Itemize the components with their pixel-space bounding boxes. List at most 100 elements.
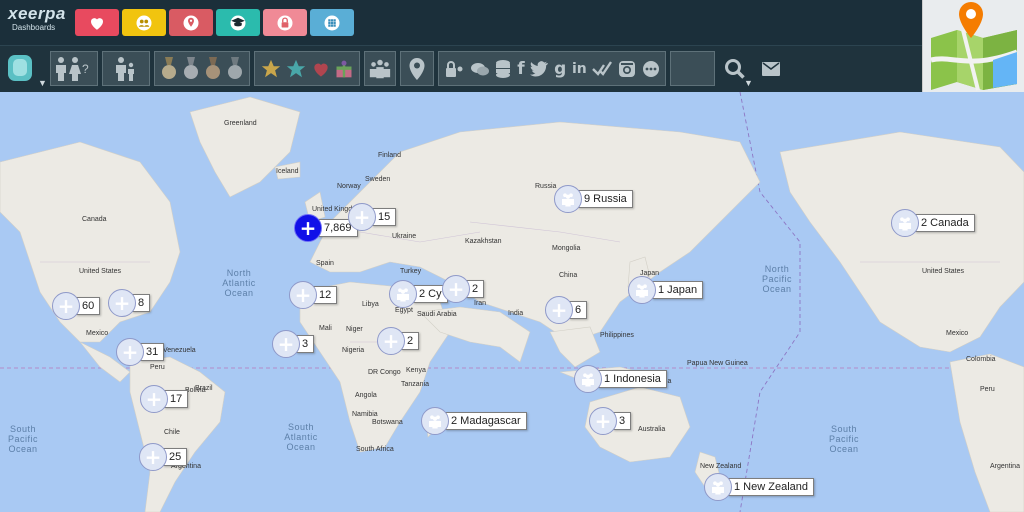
chevron-down-icon[interactable]: ▼: [38, 78, 47, 88]
male-filter[interactable]: [54, 56, 68, 82]
ocean-label: South Atlantic Ocean: [284, 422, 318, 452]
world-map[interactable]: Greenland Iceland Finland Norway Sweden Unite…: [0, 92, 1024, 512]
cluster-marker[interactable]: 1 New Zealand: [704, 473, 814, 501]
country-label: Botswana: [372, 419, 403, 426]
country-label: Kazakhstan: [465, 238, 502, 245]
female-filter[interactable]: [68, 56, 82, 82]
cluster-marker[interactable]: 9 Russia: [554, 185, 633, 213]
foursquare-filter[interactable]: [592, 56, 613, 82]
people-cluster-icon[interactable]: [628, 276, 656, 304]
plus-icon: +: [277, 332, 295, 356]
cluster-marker[interactable]: +2: [442, 275, 485, 303]
plus-cluster-icon[interactable]: +: [348, 203, 376, 231]
country-label: Niger: [346, 326, 363, 333]
chat-filter[interactable]: [470, 56, 490, 82]
star-teal-filter[interactable]: [285, 56, 307, 82]
plus-cluster-icon[interactable]: +: [377, 327, 405, 355]
mail-button[interactable]: [758, 51, 784, 86]
google-icon[interactable]: g: [554, 56, 566, 82]
xeerpa-logo[interactable]: xeerpa Dashboards: [8, 5, 65, 39]
linkedin-icon[interactable]: in: [572, 56, 587, 82]
education-dashboard-button[interactable]: [216, 9, 260, 36]
cluster-marker[interactable]: +3: [589, 407, 632, 435]
plus-cluster-icon[interactable]: +: [140, 385, 168, 413]
twitter-filter[interactable]: [530, 56, 549, 82]
apps-grid-button[interactable]: [310, 9, 354, 36]
search-icon: [725, 58, 745, 79]
medal-filter-2[interactable]: [182, 56, 200, 82]
people-cluster-icon[interactable]: [554, 185, 582, 213]
location-dashboard-button[interactable]: [169, 9, 213, 36]
cluster-marker[interactable]: +2: [377, 327, 420, 355]
country-label: Ukraine: [392, 233, 417, 240]
ocean-label: South Pacific Ocean: [828, 424, 859, 454]
cluster-marker[interactable]: 2 Cy: [389, 280, 448, 308]
medals-filter-group: [154, 51, 250, 86]
cluster-marker[interactable]: +25: [139, 443, 188, 471]
community-dashboard-button[interactable]: [122, 9, 166, 36]
cluster-marker[interactable]: +8: [108, 289, 151, 317]
plus-cluster-icon[interactable]: +: [272, 330, 300, 358]
medal-filter-1[interactable]: [160, 56, 178, 82]
map-view-thumbnail[interactable]: [922, 0, 1024, 92]
country-label: DR Congo: [368, 369, 401, 376]
facebook-icon[interactable]: f: [517, 56, 524, 82]
country-label: Spain: [316, 260, 334, 267]
more-networks-filter[interactable]: [642, 56, 660, 82]
cluster-marker[interactable]: 2 Madagascar: [421, 407, 527, 435]
people-cluster-icon[interactable]: [704, 473, 732, 501]
people-group-icon: [369, 59, 391, 78]
country-label: United States: [922, 268, 965, 275]
profile-selector[interactable]: [4, 51, 36, 86]
cluster-marker[interactable]: +17: [140, 385, 189, 413]
cluster-marker[interactable]: +31: [116, 338, 165, 366]
privacy-filter[interactable]: [444, 56, 464, 82]
cluster-marker[interactable]: 1 Indonesia: [574, 365, 667, 393]
cluster-marker[interactable]: 2 Canada: [891, 209, 975, 237]
cluster-marker[interactable]: +60: [52, 292, 101, 320]
plus-cluster-icon[interactable]: +: [52, 292, 80, 320]
audience-filter[interactable]: [364, 51, 396, 86]
plus-cluster-icon[interactable]: +: [289, 281, 317, 309]
people-icon: [636, 284, 648, 298]
heart-icon: [314, 63, 328, 76]
gift-filter[interactable]: [334, 56, 354, 82]
medal-filter-3[interactable]: [204, 56, 222, 82]
family-filter-group[interactable]: [102, 51, 150, 86]
country-label: Turkey: [400, 268, 422, 275]
lock-icon: [277, 15, 293, 30]
country-label: Mexico: [946, 330, 969, 337]
country-label: United States: [79, 268, 122, 275]
plus-cluster-icon[interactable]: +: [108, 289, 136, 317]
star-gold-filter[interactable]: [260, 56, 282, 82]
medal-filter-4[interactable]: [226, 56, 244, 82]
plus-cluster-icon[interactable]: +: [545, 296, 573, 324]
unknown-gender-icon[interactable]: ?: [82, 56, 89, 82]
people-cluster-icon[interactable]: [389, 280, 417, 308]
database-filter[interactable]: [495, 56, 511, 82]
plus-cluster-icon[interactable]: +: [294, 214, 322, 242]
favorites-dashboard-button[interactable]: [75, 9, 119, 36]
plus-cluster-icon[interactable]: +: [442, 275, 470, 303]
people-cluster-icon[interactable]: [421, 407, 449, 435]
privacy-dashboard-button[interactable]: [263, 9, 307, 36]
location-filter[interactable]: [400, 51, 434, 86]
cluster-marker[interactable]: +3: [272, 330, 315, 358]
country-label: Mongolia: [552, 245, 581, 252]
chevron-down-icon[interactable]: ▼: [744, 78, 753, 88]
people-cluster-icon[interactable]: [574, 365, 602, 393]
plus-cluster-icon[interactable]: +: [589, 407, 617, 435]
filter-input-box[interactable]: [670, 51, 715, 86]
country-label: Libya: [362, 301, 379, 308]
people-cluster-icon[interactable]: [891, 209, 919, 237]
plus-cluster-icon[interactable]: +: [116, 338, 144, 366]
cluster-marker[interactable]: +6: [545, 296, 588, 324]
cluster-marker[interactable]: 1 Japan: [628, 276, 704, 304]
instagram-filter[interactable]: [618, 56, 636, 82]
country-label: China: [559, 272, 578, 279]
heart-filter[interactable]: [311, 56, 331, 82]
plus-cluster-icon[interactable]: +: [139, 443, 167, 471]
cluster-marker[interactable]: +15: [348, 203, 397, 231]
country-label: Australia: [638, 426, 666, 433]
cluster-marker[interactable]: +12: [289, 281, 338, 309]
